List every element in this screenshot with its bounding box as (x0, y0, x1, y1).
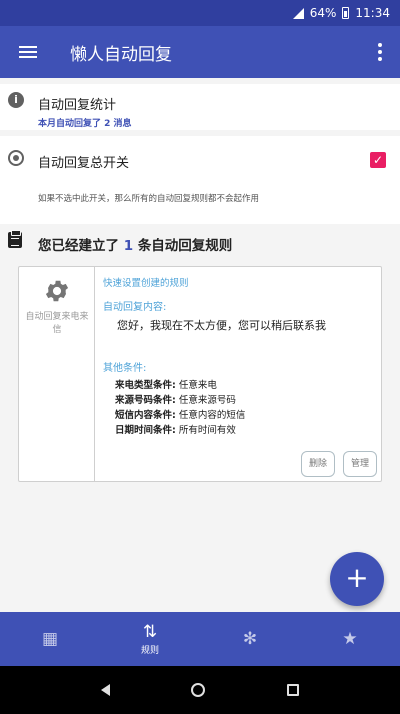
rule-card-left: 自动回复来电来信 (19, 267, 95, 481)
rules-header: 您已经建立了 1 条自动回复规则 (38, 234, 232, 254)
clock: 11:34 (355, 6, 390, 20)
settings-icon: ✻ (242, 629, 258, 649)
manage-button[interactable]: 管理 (343, 451, 377, 477)
main-content: i 自动回复统计 本月自动回复了 2 消息 自动回复总开关 如果不选中此开关，那… (0, 78, 400, 612)
nav-item-tag[interactable]: ▦ (0, 612, 100, 666)
plus-icon: + (345, 561, 369, 594)
nav-rules-label: 规则 (140, 645, 159, 656)
home-icon[interactable] (191, 683, 206, 697)
menu-icon[interactable] (0, 26, 56, 78)
nav-item-settings[interactable]: ✻ (200, 612, 300, 666)
stats-subtitle: 本月自动回复了 2 消息 (38, 119, 132, 129)
master-switch-row[interactable]: 自动回复总开关 如果不选中此开关，那么所有的自动回复规则都不会起作用 ✓ (0, 136, 400, 226)
master-switch-checkbox[interactable]: ✓ (370, 152, 386, 168)
condition-row: 来电类型条件: 任意来电 (115, 380, 217, 391)
bottom-navigation: ▦ ⇅ 规则 ✻ ★ (0, 612, 400, 666)
stats-row[interactable]: i 自动回复统计 本月自动回复了 2 消息 (0, 84, 400, 130)
master-switch-description: 如果不选中此开关，那么所有的自动回复规则都不会起作用 (38, 194, 260, 204)
recent-icon[interactable] (287, 684, 300, 696)
add-rule-button[interactable]: + (330, 552, 384, 606)
condition-row: 来源号码条件: 任意来源号码 (115, 395, 236, 406)
app-title: 懒人自动回复 (70, 44, 172, 65)
battery-percent: 64% (309, 6, 337, 20)
swap-icon: ⇅ (142, 621, 158, 642)
battery-icon (342, 7, 350, 19)
rules-header-suffix: 条自动回复规则 (137, 238, 233, 254)
rules-header-prefix: 您已经建立了 (38, 238, 119, 254)
back-icon[interactable] (100, 684, 110, 696)
gear-icon (45, 280, 69, 302)
system-navigation-bar (0, 666, 400, 714)
other-conditions-label: 其他条件: (103, 363, 147, 374)
star-icon: ★ (342, 629, 358, 649)
reply-content-text: 您好，我现在不太方便，您可以稍后联系我 (117, 319, 326, 332)
rules-section: 您已经建立了 1 条自动回复规则 自动回复来电来信 快速设置创建的规则 自动回复… (0, 224, 400, 490)
nav-item-rules[interactable]: ⇅ 规则 (100, 612, 200, 666)
master-switch-title: 自动回复总开关 (38, 156, 130, 171)
rule-type-label: 自动回复来电来信 (25, 312, 89, 335)
nav-item-favorites[interactable]: ★ (300, 612, 400, 666)
tag-icon: ▦ (41, 629, 59, 649)
reply-content-label: 自动回复内容: (103, 302, 167, 313)
clipboard-icon (8, 230, 22, 248)
condition-row: 日期时间条件: 所有时间有效 (115, 425, 236, 436)
delete-button[interactable]: 删除 (301, 451, 335, 477)
stats-title: 自动回复统计 (38, 98, 117, 113)
rules-count: 1 (123, 238, 134, 254)
status-bar: 64% 11:34 (0, 0, 400, 26)
rule-quick-title: 快速设置创建的规则 (103, 278, 189, 289)
rule-card[interactable]: 自动回复来电来信 快速设置创建的规则 自动回复内容: 您好，我现在不太方便，您可… (18, 266, 382, 482)
condition-row: 短信内容条件: 任意内容的短信 (115, 410, 246, 421)
more-icon[interactable] (360, 26, 400, 78)
power-icon (8, 150, 24, 166)
info-icon: i (8, 92, 24, 108)
rule-card-details: 快速设置创建的规则 自动回复内容: 您好，我现在不太方便，您可以稍后联系我 其他… (103, 267, 379, 481)
app-bar: 懒人自动回复 (0, 26, 400, 78)
signal-icon (292, 7, 304, 19)
